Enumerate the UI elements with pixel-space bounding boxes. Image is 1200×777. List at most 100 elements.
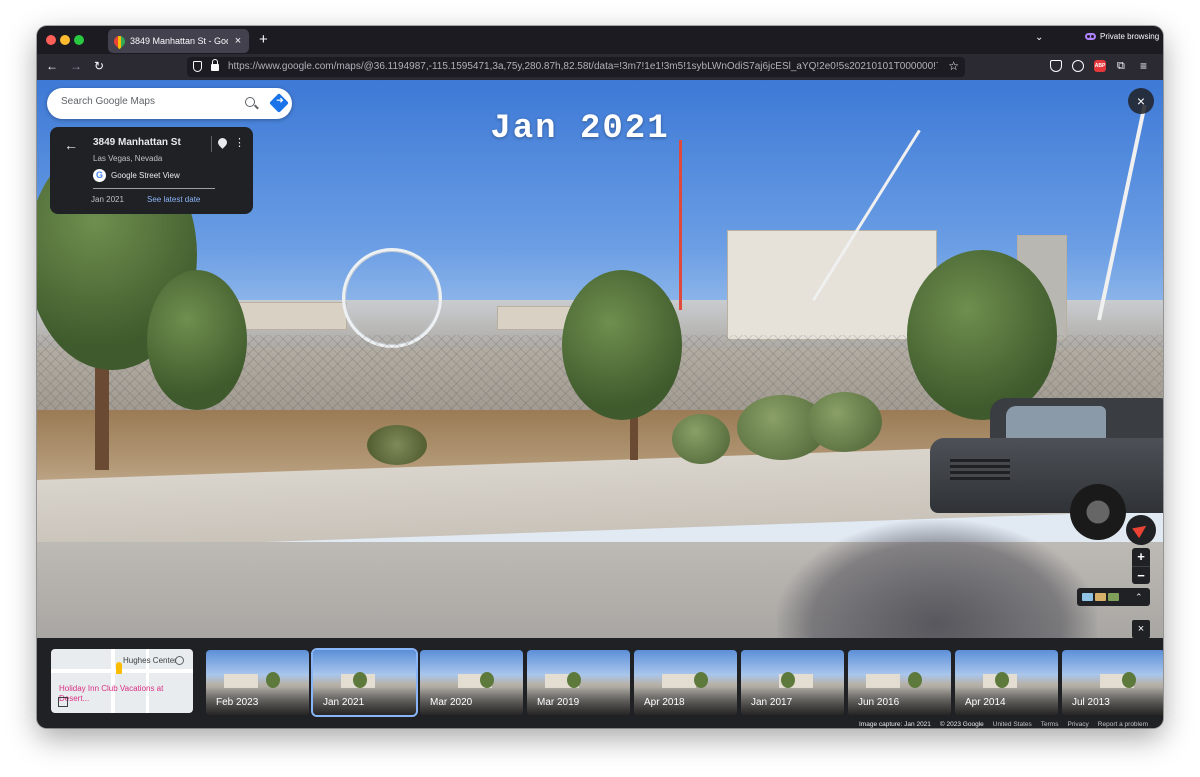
minimap-poi[interactable]: Holiday Inn Club Vacations at Desert...	[59, 684, 169, 704]
card-divider	[211, 136, 212, 152]
place-city: Las Vegas, Nevada	[93, 154, 163, 163]
maps-content: Jan 2021 ← 3849 Manhattan St Las Vegas, …	[37, 80, 1163, 728]
capture-date: Jan 2021	[91, 195, 124, 204]
minimap[interactable]: Hughes Center Holiday Inn Club Vacations…	[51, 649, 193, 713]
tab-strip: 3849 Manhattan St - Google Maps × + ⌄ Pr…	[37, 26, 1163, 54]
reload-icon[interactable]: ↻	[94, 59, 104, 73]
layer-swatch	[1095, 593, 1106, 601]
pegman-icon	[116, 662, 122, 674]
compass-icon[interactable]	[1126, 515, 1156, 545]
terms-link[interactable]: Terms	[1041, 721, 1059, 728]
account-icon[interactable]	[1072, 60, 1084, 72]
thumbnail-tree	[353, 672, 367, 688]
timeline-thumbnail[interactable]: Mar 2019	[527, 650, 630, 715]
layers-toggle[interactable]: ⌃	[1077, 588, 1150, 606]
thumbnail-tree	[908, 672, 922, 688]
adblock-plus-icon[interactable]: ABP	[1094, 60, 1106, 72]
timeline-date-label: Apr 2014	[965, 697, 1006, 708]
thumbnail-tree	[266, 672, 280, 688]
timeline-date-label: Mar 2020	[430, 697, 473, 708]
pocket-icon[interactable]	[1050, 60, 1062, 72]
directions-icon[interactable]	[269, 93, 289, 113]
report-problem-link[interactable]: Report a problem	[1098, 721, 1148, 728]
google-maps-favicon-icon	[111, 33, 128, 49]
timeline-thumbnail[interactable]: Jun 2016	[848, 650, 951, 715]
thumbnail-tree	[1122, 672, 1136, 688]
minimap-pin-icon	[175, 656, 184, 665]
search-icon[interactable]	[245, 97, 255, 107]
timeline-date-label: Apr 2018	[644, 697, 685, 708]
pano-bush	[807, 392, 882, 452]
layer-swatch	[1108, 593, 1119, 601]
pano-construction-building	[727, 230, 937, 340]
timeline-thumbnail[interactable]: Feb 2023	[206, 650, 309, 715]
search-input[interactable]	[61, 96, 231, 107]
tracking-protection-shield-icon[interactable]	[193, 61, 202, 72]
lock-icon[interactable]	[211, 59, 219, 71]
minimap-label: Hughes Center	[123, 656, 177, 665]
timeline-thumbnail[interactable]: Apr 2018	[634, 650, 737, 715]
timeline-date-label: Jan 2021	[323, 697, 365, 708]
timeline-thumbnail[interactable]: Apr 2014	[955, 650, 1058, 715]
expand-chevron-icon[interactable]: ⌃	[1135, 592, 1143, 603]
zoom-out-button[interactable]: −	[1132, 566, 1150, 584]
tab-google-maps[interactable]: 3849 Manhattan St - Google Maps ×	[108, 29, 249, 53]
pano-bush	[672, 414, 730, 464]
thumbnail-tree	[781, 672, 795, 688]
minimize-window-button[interactable]	[60, 35, 70, 45]
extensions-puzzle-icon[interactable]: ⧉	[1117, 60, 1129, 72]
timeline-thumbnail[interactable]: Jul 2013	[1062, 650, 1163, 715]
timeline-date-label: Jan 2017	[751, 697, 793, 708]
privacy-link[interactable]: Privacy	[1067, 721, 1088, 728]
timeline-date-label: Feb 2023	[216, 697, 259, 708]
card-separator	[93, 188, 215, 189]
tab-list-chevron-icon[interactable]: ⌄	[1035, 32, 1043, 43]
zoom-in-button[interactable]: +	[1132, 548, 1150, 566]
close-street-view-button[interactable]: ×	[1128, 88, 1154, 114]
new-tab-button[interactable]: +	[259, 31, 268, 48]
tab-close-icon[interactable]: ×	[233, 35, 243, 47]
private-mask-icon	[1085, 33, 1096, 40]
thumbnail-building	[224, 674, 258, 688]
back-arrow-icon[interactable]: ←	[46, 59, 58, 73]
street-view-label: Google Street View	[111, 171, 180, 180]
google-g-icon: G	[93, 169, 106, 182]
back-arrow-icon[interactable]: ←	[64, 137, 78, 153]
private-browsing-label: Private browsing	[1100, 32, 1160, 41]
more-options-icon[interactable]: ⋮	[234, 136, 245, 149]
minimap-road	[51, 669, 193, 673]
bookmark-star-icon[interactable]: ☆	[948, 59, 959, 73]
timeline-date-label: Mar 2019	[537, 697, 580, 708]
maximize-window-button[interactable]	[74, 35, 84, 45]
pano-parked-truck	[930, 398, 1163, 540]
see-latest-date-link[interactable]: See latest date	[147, 195, 200, 204]
pano-tree-right	[907, 250, 1057, 420]
thumbnail-building	[662, 674, 696, 688]
thumbnail-tree	[694, 672, 708, 688]
thumbnail-tree	[480, 672, 494, 688]
timeline-thumbnail[interactable]: Jan 2021	[311, 648, 418, 717]
close-window-button[interactable]	[46, 35, 56, 45]
url-text[interactable]: https://www.google.com/maps/@36.1194987,…	[228, 61, 938, 72]
timeline-date-label: Jul 2013	[1072, 697, 1110, 708]
thumbnail-tree	[995, 672, 1009, 688]
timeline-thumbnail[interactable]: Mar 2020	[420, 650, 523, 715]
timeline-date-label: Jun 2016	[858, 697, 900, 708]
pano-bush	[367, 425, 427, 465]
pano-building	[237, 302, 347, 330]
location-pin-icon[interactable]	[216, 136, 229, 149]
address-bar[interactable]: https://www.google.com/maps/@36.1194987,…	[187, 57, 965, 77]
close-timeline-button[interactable]: ×	[1132, 620, 1150, 638]
street-view-source: G Google Street View	[93, 169, 180, 182]
place-name: 3849 Manhattan St	[93, 137, 181, 148]
image-capture-date: Image capture: Jan 2021	[859, 721, 931, 728]
hamburger-menu-icon[interactable]: ≡	[1140, 60, 1152, 72]
zoom-control: + −	[1132, 548, 1150, 584]
location-info-card: ← 3849 Manhattan St Las Vegas, Nevada ⋮ …	[50, 127, 253, 214]
fullscreen-icon[interactable]	[58, 697, 68, 707]
pano-tree-center	[562, 270, 682, 420]
timeline-thumbnail[interactable]: Jan 2017	[741, 650, 844, 715]
forward-arrow-icon[interactable]: →	[70, 59, 82, 73]
timeline-filmstrip: Hughes Center Holiday Inn Club Vacations…	[37, 638, 1163, 728]
region-link[interactable]: United States	[993, 721, 1032, 728]
